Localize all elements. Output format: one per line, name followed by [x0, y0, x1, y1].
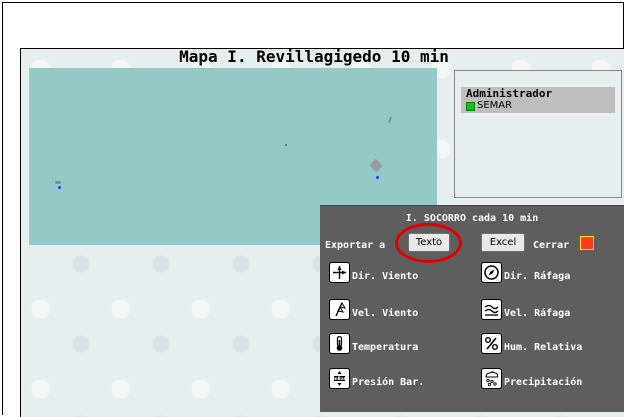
station-marker-clarion[interactable] [58, 186, 61, 189]
station-marker-socorro[interactable] [376, 176, 379, 179]
station-panel: I. SOCORRO cada 10 min Exportar a Texto … [320, 205, 624, 412]
barometer-icon: mBar [329, 368, 350, 389]
island-clarion [55, 181, 61, 184]
item-label: Dir. Ráfaga [504, 271, 571, 282]
item-label: Vel. Ráfaga [504, 308, 571, 319]
highlight-circle [395, 223, 462, 263]
legend-item-semar[interactable]: SEMAR [466, 100, 615, 112]
item-label: Temperatura [352, 342, 419, 353]
rain-icon [481, 368, 502, 389]
export-label: Exportar a [325, 240, 386, 251]
island-roca-partida [285, 144, 287, 146]
page-title: Mapa I. Revillagigedo 10 min [179, 47, 449, 66]
item-label: Vel. Viento [352, 308, 419, 319]
legend-title: Administrador [466, 87, 553, 100]
compass-icon [481, 262, 502, 283]
item-label: Dir. Viento [352, 271, 419, 282]
close-label: Cerrar [533, 240, 570, 251]
panel-title: I. SOCORRO cada 10 min [405, 213, 539, 224]
island-socorro [369, 158, 383, 173]
item-label: Presión Bar. [352, 377, 425, 388]
checkbox-icon[interactable] [466, 101, 475, 111]
legend-box: Administrador SEMAR [454, 70, 622, 198]
legend-item-label: SEMAR [477, 100, 513, 111]
svg-text:mBar: mBar [333, 376, 346, 381]
gust-speed-icon [481, 299, 502, 320]
close-button[interactable] [580, 236, 594, 250]
wind-speed-icon [329, 299, 350, 320]
legend-header: Administrador SEMAR [461, 87, 615, 113]
item-vel-rafaga[interactable]: Vel. Ráfaga [481, 299, 570, 320]
item-presion-bar[interactable]: mBar Presión Bar. [329, 368, 424, 389]
item-dir-rafaga[interactable]: Dir. Ráfaga [481, 262, 570, 283]
item-dir-viento[interactable]: Dir. Viento [329, 262, 418, 283]
item-precipitacion[interactable]: Precipitación [481, 368, 582, 389]
item-vel-viento[interactable]: Vel. Viento [329, 299, 418, 320]
export-excel-button[interactable]: Excel [481, 233, 525, 252]
item-label: Precipitación [504, 377, 583, 388]
item-temperatura[interactable]: Temperatura [329, 333, 418, 354]
island-san-benedicto [388, 116, 392, 124]
percent-icon [481, 333, 502, 354]
wind-direction-icon [329, 262, 350, 283]
item-hum-relativa[interactable]: Hum. Relativa [481, 333, 582, 354]
thermometer-icon [329, 333, 350, 354]
item-label: Hum. Relativa [504, 342, 583, 353]
